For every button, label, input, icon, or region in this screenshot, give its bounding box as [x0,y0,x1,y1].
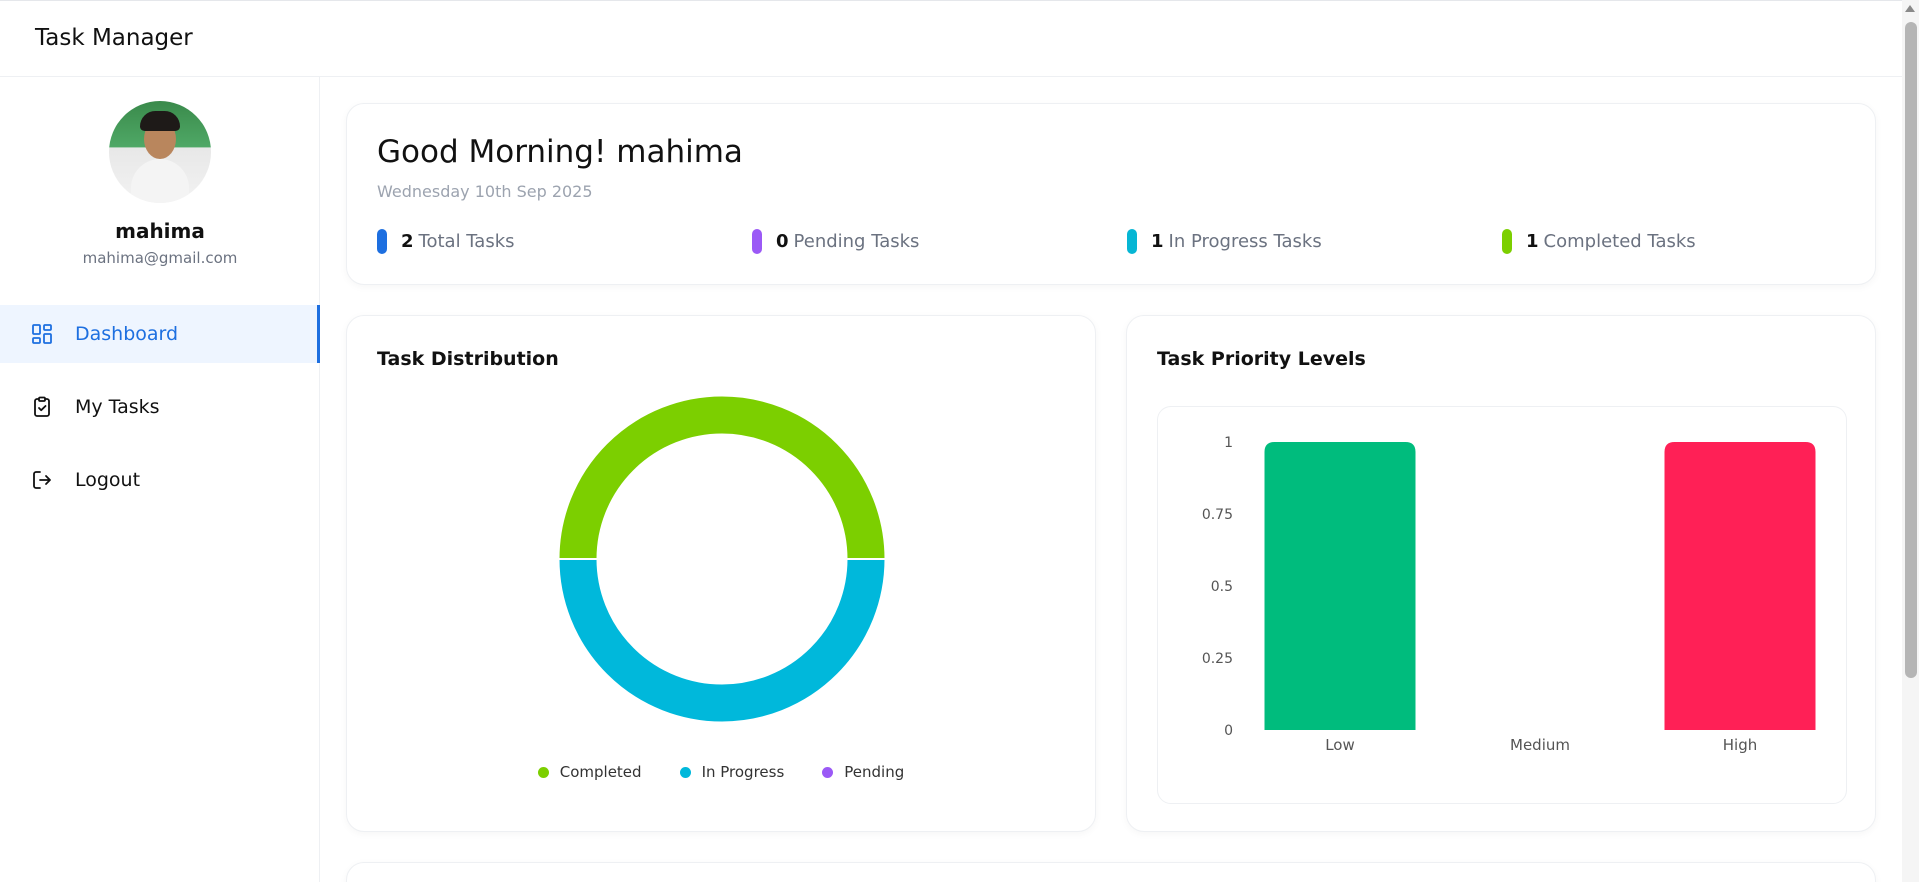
task-distribution-card: Task Distribution Completed In Progress … [346,315,1096,832]
stat-total-tasks: 2 Total Tasks [377,228,515,254]
avatar-hair [140,111,180,131]
legend-label: Pending [844,763,905,781]
stat-label: Completed Tasks [1543,230,1696,252]
legend-label: Completed [559,763,642,781]
avatar [109,101,211,203]
stat-count: 2 [401,230,414,252]
logout-icon [33,471,51,489]
stat-label: In Progress Tasks [1168,230,1322,252]
stat-indicator [377,228,387,254]
user-name: mahima [115,219,205,243]
stat-count: 1 [1526,230,1539,252]
scroll-up-icon[interactable] [1905,5,1915,12]
recent-tasks-card [346,862,1876,882]
sidebar-item-dashboard[interactable]: Dashboard [0,305,320,363]
bar-low[interactable] [1264,442,1416,730]
stat-label: Pending Tasks [793,230,920,252]
donut-slice-in-progress[interactable] [559,558,885,722]
donut-slice-completed[interactable] [559,396,885,560]
y-tick-label: 0.5 [1211,579,1233,595]
legend-dot [822,766,834,778]
legend-item-in-progress[interactable]: In Progress [679,763,785,781]
legend-item-pending[interactable]: Pending [822,763,904,781]
legend-label: In Progress [701,763,785,781]
user-email: mahima@gmail.com [82,249,238,267]
current-date: Wednesday 10th Sep 2025 [377,182,593,201]
clipboard-check-icon [34,396,50,417]
chart-legend: Completed In Progress Pending [347,763,1095,781]
stat-indicator [752,228,762,254]
sidebar-item-logout[interactable]: Logout [0,451,320,509]
y-tick-label: 0.25 [1202,651,1233,667]
scrollbar[interactable] [1902,0,1919,882]
page-title: Good Morning! mahima [377,134,743,170]
app-title: Task Manager [35,25,193,51]
sidebar-item-label: Dashboard [75,323,179,345]
task-priority-card: Task Priority Levels 0 0.25 0.5 0.75 1 Low Med… [1126,315,1876,832]
legend-dot [537,766,549,778]
x-tick-label: Medium [1510,736,1570,754]
sidebar-item-label: Logout [75,469,141,491]
stat-count: 0 [776,230,789,252]
x-tick-label: High [1723,736,1757,754]
greeting-card: Good Morning! mahima Wednesday 10th Sep … [346,103,1876,285]
stat-indicator [1502,228,1512,254]
task-distribution-chart [558,396,886,722]
scrollbar-thumb[interactable] [1905,22,1917,678]
stat-count: 1 [1151,230,1164,252]
stat-label: Total Tasks [418,230,515,252]
stat-pending-tasks: 0 Pending Tasks [752,228,919,254]
legend-dot [679,766,691,778]
x-tick-label: Low [1325,736,1355,754]
y-tick-label: 0 [1224,723,1233,739]
stat-completed-tasks: 1 Completed Tasks [1502,228,1696,254]
dashboard-icon [32,324,52,344]
sidebar-item-label: My Tasks [75,396,160,418]
top-bar: Task Manager [0,0,1902,77]
priority-chart-container: 0 0.25 0.5 0.75 1 Low Medium High [1157,406,1847,804]
stat-in-progress-tasks: 1 In Progress Tasks [1127,228,1322,254]
y-tick-label: 1 [1224,435,1233,451]
bar-high[interactable] [1664,442,1816,730]
legend-item-completed[interactable]: Completed [537,763,642,781]
card-title: Task Priority Levels [1157,348,1366,370]
task-priority-chart: 0 0.25 0.5 0.75 1 Low Medium High [1202,435,1816,754]
y-tick-label: 0.75 [1202,507,1233,523]
avatar-shirt [131,159,189,203]
sidebar: mahima mahima@gmail.com Dashboard My Tas… [0,77,320,882]
stat-indicator [1127,228,1137,254]
sidebar-item-my-tasks[interactable]: My Tasks [0,378,320,436]
